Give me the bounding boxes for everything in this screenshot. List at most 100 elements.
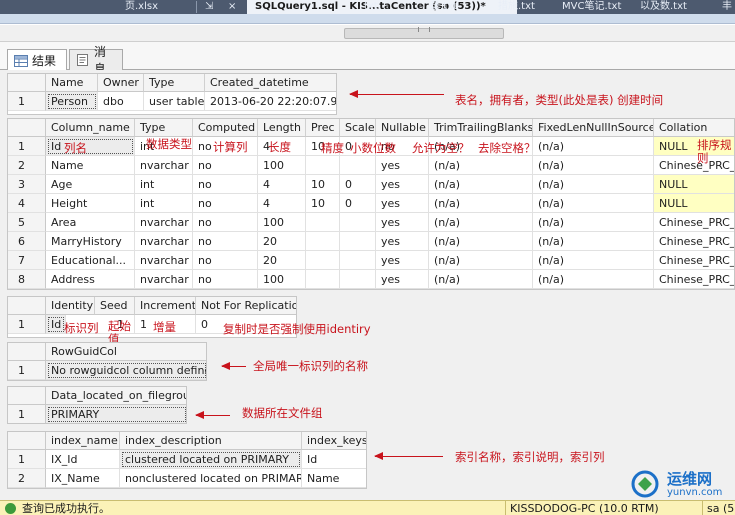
- row-number[interactable]: 1: [8, 137, 46, 156]
- grid-cell[interactable]: (n/a): [533, 251, 654, 270]
- grid-cell[interactable]: 10: [306, 175, 340, 194]
- doc-tab-more[interactable]: 丰: [722, 0, 732, 14]
- grid-cell[interactable]: clustered located on PRIMARY: [120, 450, 302, 469]
- grid-cell[interactable]: user table: [144, 92, 205, 111]
- result-grid-indexes[interactable]: index_name index_description index_keys …: [7, 431, 367, 489]
- grid-cell[interactable]: yes: [376, 156, 429, 175]
- splitter-grip-icon[interactable]: [418, 27, 430, 32]
- grid-cell[interactable]: Age: [46, 175, 135, 194]
- tab-messages[interactable]: 消息: [69, 45, 123, 76]
- grid-cell[interactable]: 0: [340, 194, 376, 213]
- grid-cell[interactable]: Name: [46, 156, 135, 175]
- column-header[interactable]: index_keys: [302, 432, 366, 450]
- grid-cell[interactable]: Chinese_PRC_C: [654, 270, 734, 289]
- grid-cell[interactable]: nvarchar: [135, 156, 193, 175]
- column-header[interactable]: Name: [46, 74, 98, 92]
- grid-cell[interactable]: int: [135, 175, 193, 194]
- grid-cell[interactable]: PRIMARY: [46, 405, 186, 423]
- grid-cell[interactable]: MarryHistory: [46, 232, 135, 251]
- grid-cell[interactable]: Area: [46, 213, 135, 232]
- grid-cell[interactable]: [306, 156, 340, 175]
- column-header[interactable]: Owner: [98, 74, 144, 92]
- column-header[interactable]: Column_name: [46, 119, 135, 137]
- column-header[interactable]: Prec: [306, 119, 340, 137]
- column-header[interactable]: Type: [144, 74, 205, 92]
- grid-cell[interactable]: [340, 251, 376, 270]
- grid-cell[interactable]: dbo: [98, 92, 144, 111]
- grid-cell[interactable]: no: [193, 175, 258, 194]
- row-number[interactable]: 1: [8, 450, 46, 469]
- grid-cell[interactable]: Chinese_PRC_C: [654, 232, 734, 251]
- column-header[interactable]: Type: [135, 119, 193, 137]
- grid-cell[interactable]: nvarchar: [135, 251, 193, 270]
- row-number[interactable]: 2: [8, 469, 46, 488]
- grid-cell[interactable]: 10: [306, 194, 340, 213]
- row-number[interactable]: 1: [8, 361, 46, 380]
- column-header[interactable]: Collation: [654, 119, 734, 137]
- grid-cell[interactable]: [306, 232, 340, 251]
- grid-cell[interactable]: NULL: [654, 175, 734, 194]
- column-header[interactable]: Identity: [46, 297, 95, 315]
- grid-cell[interactable]: (n/a): [429, 156, 533, 175]
- grid-cell[interactable]: no: [193, 270, 258, 289]
- grid-cell[interactable]: Chinese_PRC_C: [654, 213, 734, 232]
- row-number[interactable]: 4: [8, 194, 46, 213]
- grid-cell[interactable]: (n/a): [429, 270, 533, 289]
- row-number[interactable]: 5: [8, 213, 46, 232]
- grid-cell[interactable]: (n/a): [533, 232, 654, 251]
- row-number[interactable]: 7: [8, 251, 46, 270]
- doc-tab-and-data[interactable]: 以及数.txt: [640, 0, 687, 14]
- result-grid-rowguid[interactable]: RowGuidCol 1 No rowguidcol column define…: [7, 342, 207, 381]
- grid-cell[interactable]: nonclustered located on PRIMARY: [120, 469, 302, 488]
- grid-cell[interactable]: (n/a): [429, 213, 533, 232]
- grid-cell[interactable]: no: [193, 251, 258, 270]
- grid-cell[interactable]: Person: [46, 92, 98, 111]
- grid-cell[interactable]: [306, 213, 340, 232]
- grid-cell[interactable]: (n/a): [429, 232, 533, 251]
- grid-cell[interactable]: yes: [376, 232, 429, 251]
- grid-cell[interactable]: 20: [258, 232, 306, 251]
- column-header[interactable]: Created_datetime: [205, 74, 336, 92]
- row-number[interactable]: 3: [8, 175, 46, 194]
- grid-cell[interactable]: 4: [258, 194, 306, 213]
- grid-cell[interactable]: Id: [302, 450, 366, 469]
- horizontal-splitter[interactable]: [0, 25, 735, 42]
- doc-tab-mvc-notes[interactable]: MVC笔记.txt: [562, 0, 621, 14]
- column-header[interactable]: index_description: [120, 432, 302, 450]
- grid-cell[interactable]: [340, 232, 376, 251]
- grid-cell[interactable]: yes: [376, 213, 429, 232]
- doc-tab-txt[interactable]: txt: [364, 0, 378, 14]
- column-header[interactable]: Increment: [135, 297, 196, 315]
- grid-cell[interactable]: No rowguidcol column defined.: [46, 361, 206, 380]
- grid-cell[interactable]: 4: [258, 175, 306, 194]
- grid-cell[interactable]: Chinese_PRC_C: [654, 251, 734, 270]
- grid-cell[interactable]: yes: [376, 194, 429, 213]
- column-header[interactable]: Length: [258, 119, 306, 137]
- doc-tab-sqlquery[interactable]: SQLQuery1.sql - KIS...taCenter (sa (53))…: [247, 0, 517, 14]
- result-grid-table-info[interactable]: Name Owner Type Created_datetime 1 Perso…: [7, 73, 337, 115]
- grid-cell[interactable]: [306, 270, 340, 289]
- doc-tab-measures[interactable]: 措施.txt: [498, 0, 535, 14]
- row-number[interactable]: 6: [8, 232, 46, 251]
- grid-cell[interactable]: 100: [258, 270, 306, 289]
- grid-cell[interactable]: Name: [302, 469, 366, 488]
- grid-cell[interactable]: 2013-06-20 22:20:07.930: [205, 92, 336, 111]
- result-grid-filegroup[interactable]: Data_located_on_filegroup 1 PRIMARY: [7, 386, 187, 424]
- column-header[interactable]: TrimTrailingBlanks: [429, 119, 533, 137]
- grid-cell[interactable]: [340, 213, 376, 232]
- grid-cell[interactable]: (n/a): [533, 194, 654, 213]
- grid-cell[interactable]: Educational...: [46, 251, 135, 270]
- column-header[interactable]: Not For Replication: [196, 297, 296, 315]
- grid-cell[interactable]: nvarchar: [135, 270, 193, 289]
- grid-cell[interactable]: [340, 156, 376, 175]
- grid-cell[interactable]: NULL: [654, 194, 734, 213]
- row-number[interactable]: 8: [8, 270, 46, 289]
- grid-cell[interactable]: no: [193, 156, 258, 175]
- grid-cell[interactable]: 100: [258, 213, 306, 232]
- grid-cell[interactable]: (n/a): [533, 213, 654, 232]
- grid-cell[interactable]: 20: [258, 251, 306, 270]
- close-icon[interactable]: ×: [228, 0, 236, 14]
- grid-cell[interactable]: no: [193, 232, 258, 251]
- row-number[interactable]: 1: [8, 315, 46, 334]
- grid-cell[interactable]: 100: [258, 156, 306, 175]
